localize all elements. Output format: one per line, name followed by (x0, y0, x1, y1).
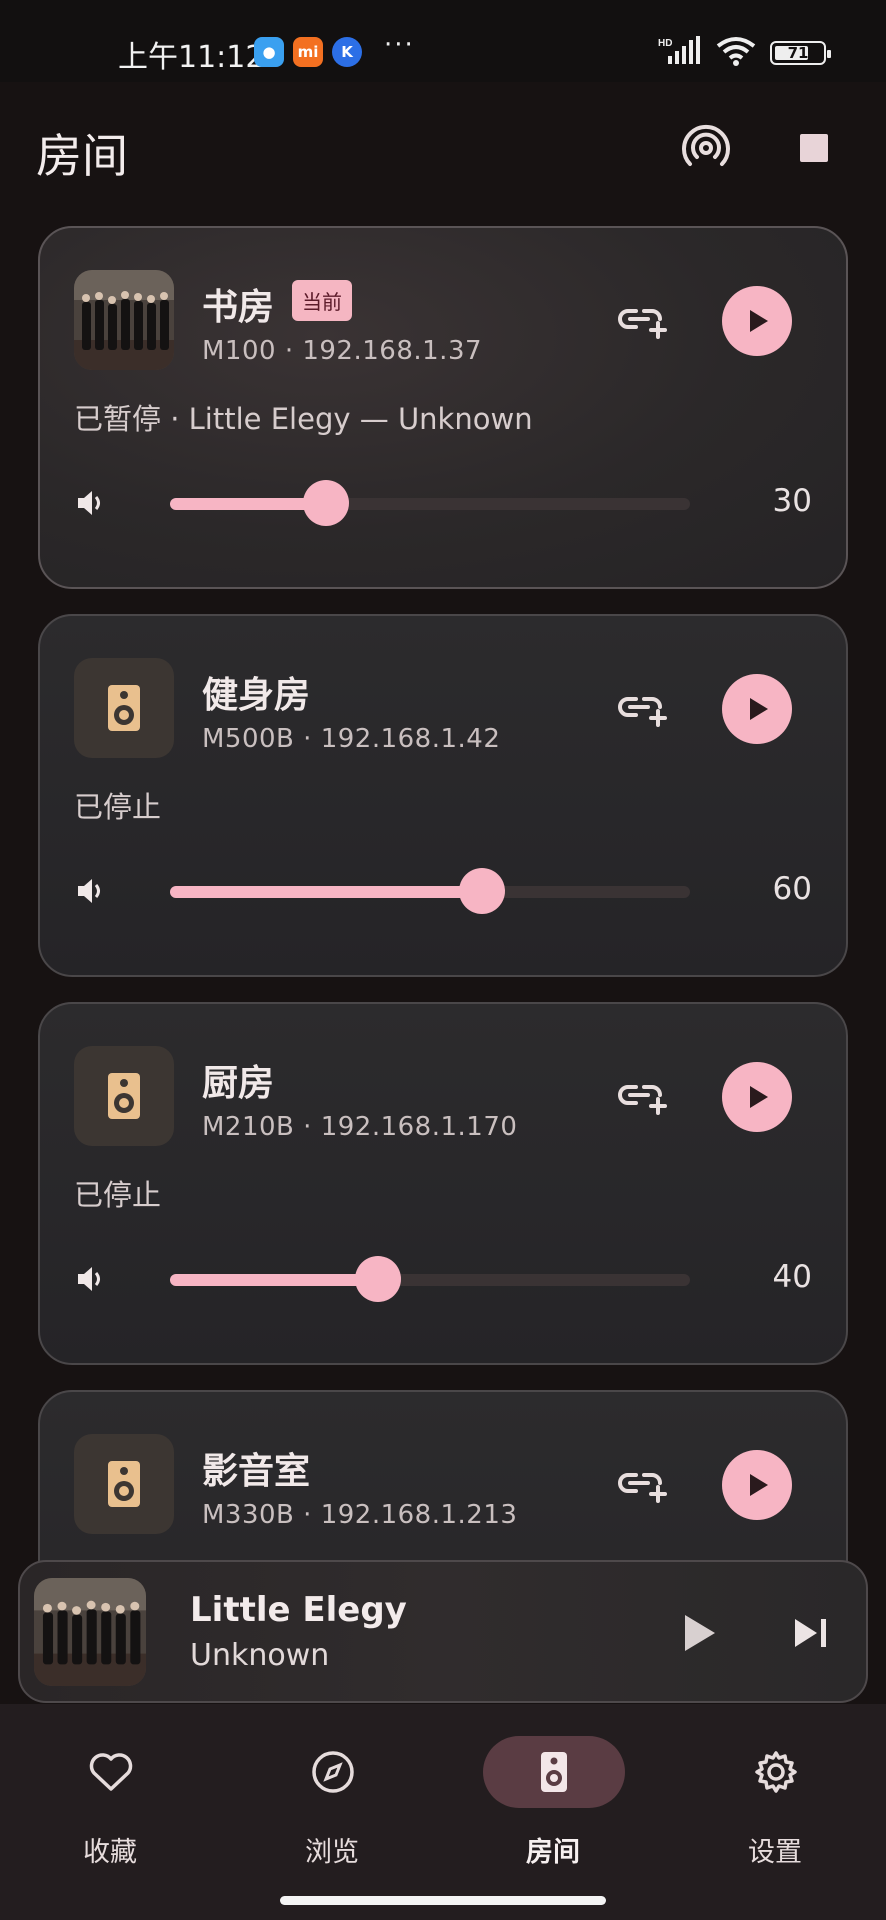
volume-slider[interactable] (170, 868, 690, 914)
volume-value: 30 (772, 483, 812, 519)
nav-label: 设置 (748, 1837, 802, 1868)
mini-track-title: Little Elegy (190, 1590, 407, 1630)
room-status: 已暂停 · Little Elegy — Unknown (74, 402, 533, 436)
link-add-icon (618, 697, 667, 727)
page-title: 房间 (36, 129, 128, 183)
group-link-button[interactable] (614, 684, 672, 734)
nav-icon-container (262, 1736, 404, 1808)
battery-level: 71 (787, 44, 809, 62)
room-card[interactable]: 健身房 M500B · 192.168.1.42 已停止 60 (38, 614, 848, 977)
stop-icon (800, 134, 828, 162)
speaker-icon (108, 685, 140, 731)
volume-value: 60 (772, 871, 812, 907)
volume-slider[interactable] (170, 1256, 690, 1302)
room-status: 已停止 (74, 790, 162, 824)
room-card[interactable]: 厨房 M210B · 192.168.1.170 已停止 40 (38, 1002, 848, 1365)
room-status: 已停止 (74, 1178, 162, 1212)
room-name: 影音室 (202, 1451, 311, 1492)
volume-fill (170, 886, 482, 898)
nav-label: 房间 (526, 1837, 580, 1868)
mini-next-button[interactable] (784, 1606, 838, 1660)
speaker-artwork (74, 1046, 174, 1146)
speaker-icon (108, 1073, 140, 1119)
room-card[interactable]: 书房 当前 M100 · 192.168.1.37 已暂停 · Little E… (38, 226, 848, 589)
mi-app-icon: mi (293, 37, 323, 67)
volume-value: 40 (772, 1259, 812, 1295)
play-icon (685, 1615, 715, 1651)
volume-handle[interactable] (459, 868, 505, 914)
bottom-nav: 收藏 浏览 房间 设置 (0, 1704, 886, 1920)
play-icon (750, 698, 768, 720)
room-card[interactable]: 影音室 M330B · 192.168.1.213 (38, 1390, 848, 1562)
link-add-icon (618, 309, 667, 339)
stop-all-button[interactable] (782, 116, 846, 180)
signal-icon: HD (658, 36, 702, 70)
link-add-icon (618, 1085, 667, 1115)
room-name: 健身房 (202, 675, 311, 716)
broadcast-icon (682, 124, 730, 166)
play-icon (750, 310, 768, 332)
volume-icon (78, 879, 100, 903)
chat-app-icon: ● (254, 37, 284, 67)
volume-handle[interactable] (303, 480, 349, 526)
skip-next-icon (795, 1619, 826, 1647)
nav-label: 浏览 (305, 1837, 359, 1868)
room-model-ip: M500B · 192.168.1.42 (202, 724, 501, 754)
link-add-icon (618, 1473, 667, 1503)
compass-icon (312, 1751, 354, 1793)
home-indicator[interactable] (280, 1896, 606, 1905)
nav-favorites[interactable]: 收藏 (30, 1734, 190, 1874)
volume-icon (78, 1267, 100, 1291)
room-model-ip: M100 · 192.168.1.37 (202, 336, 483, 366)
mini-player[interactable]: Little Elegy Unknown (18, 1560, 868, 1703)
play-icon (750, 1474, 768, 1496)
album-art (74, 270, 174, 370)
nav-icon-container (40, 1736, 182, 1808)
room-name: 厨房 (202, 1063, 275, 1104)
nav-rooms[interactable]: 房间 (473, 1734, 633, 1874)
speaker-icon (541, 1752, 567, 1792)
room-list[interactable]: 书房 当前 M100 · 192.168.1.37 已暂停 · Little E… (0, 212, 886, 1562)
mini-album-art (34, 1578, 146, 1686)
status-indicators: HD 71 (658, 36, 831, 70)
play-button[interactable] (722, 286, 792, 356)
nav-label: 收藏 (83, 1837, 137, 1868)
broadcast-button[interactable] (674, 116, 738, 180)
battery-icon: 71 (770, 41, 831, 65)
app-header: 房间 (0, 82, 886, 212)
play-button[interactable] (722, 1062, 792, 1132)
volume-icon (78, 491, 100, 515)
nav-icon-container (705, 1736, 847, 1808)
volume-fill (170, 1274, 378, 1286)
play-button[interactable] (722, 674, 792, 744)
speaker-artwork (74, 658, 174, 758)
k-app-icon: K (332, 37, 362, 67)
status-bar: 上午11:12 ● mi K ··· HD 71 (0, 0, 886, 82)
group-link-button[interactable] (614, 1072, 672, 1122)
more-notifications: ··· (384, 30, 415, 60)
speaker-artwork (74, 1434, 174, 1534)
wifi-icon (716, 36, 756, 70)
room-model-ip: M210B · 192.168.1.170 (202, 1112, 518, 1142)
nav-icon-container (483, 1736, 625, 1808)
play-button[interactable] (722, 1450, 792, 1520)
heart-icon (89, 1753, 133, 1791)
volume-slider[interactable] (170, 480, 690, 526)
nav-settings[interactable]: 设置 (695, 1734, 855, 1874)
gear-icon (755, 1751, 797, 1793)
current-badge: 当前 (292, 280, 352, 321)
group-link-button[interactable] (614, 1460, 672, 1510)
play-icon (750, 1086, 768, 1108)
room-model-ip: M330B · 192.168.1.213 (202, 1500, 518, 1530)
speaker-icon (108, 1461, 140, 1507)
volume-handle[interactable] (355, 1256, 401, 1302)
nav-browse[interactable]: 浏览 (252, 1734, 412, 1874)
status-time: 上午11:12 (118, 40, 265, 75)
mini-track-artist: Unknown (190, 1638, 330, 1673)
mini-play-button[interactable] (672, 1606, 726, 1660)
room-name: 书房 (202, 287, 275, 328)
group-link-button[interactable] (614, 296, 672, 346)
network-label: HD (658, 38, 672, 49)
